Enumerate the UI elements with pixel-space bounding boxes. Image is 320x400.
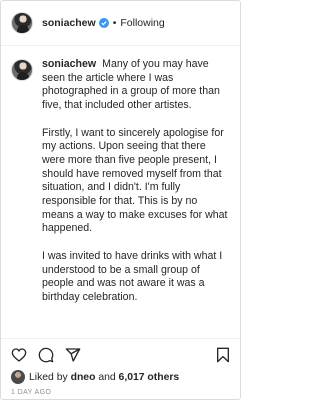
caption-body: soniachew Many of you may have seen the … bbox=[42, 58, 230, 333]
following-button[interactable]: Following bbox=[120, 17, 164, 29]
action-icon-row bbox=[11, 345, 230, 365]
caption-avatar[interactable] bbox=[11, 59, 33, 81]
caption-paragraph-3: I was invited to have drinks with what I… bbox=[42, 249, 223, 303]
verified-badge-icon bbox=[98, 18, 109, 28]
likes-count-link[interactable]: 6,017 others bbox=[119, 372, 180, 383]
post-timestamp[interactable]: 1 DAY AGO bbox=[11, 389, 230, 396]
comment-icon[interactable] bbox=[38, 347, 54, 363]
username-link[interactable]: soniachew bbox=[42, 17, 96, 29]
likes-summary: Liked by dneo and 6,017 others bbox=[11, 370, 230, 384]
liker-avatar[interactable] bbox=[11, 370, 25, 384]
caption-username-link[interactable]: soniachew bbox=[42, 58, 96, 70]
separator-dot: • bbox=[112, 17, 117, 29]
avatar[interactable] bbox=[11, 12, 33, 34]
post-panel: soniachew • Following soniachew Many of … bbox=[0, 0, 241, 400]
post-actions: Liked by dneo and 6,017 others 1 DAY AGO bbox=[1, 338, 240, 396]
heart-icon[interactable] bbox=[11, 347, 27, 363]
header-info: soniachew • Following bbox=[42, 17, 165, 29]
caption: soniachew Many of you may have seen the … bbox=[1, 46, 240, 333]
post-header: soniachew • Following bbox=[1, 1, 240, 46]
likes-joiner: and bbox=[98, 371, 116, 383]
likes-prefix: Liked by bbox=[29, 371, 68, 383]
caption-paragraph-2: Firstly, I want to sincerely apologise f… bbox=[42, 126, 228, 235]
bookmark-icon[interactable] bbox=[216, 347, 230, 363]
caption-paragraph-1: soniachew Many of you may have seen the … bbox=[42, 58, 230, 113]
liker-username-link[interactable]: dneo bbox=[71, 372, 96, 383]
share-icon[interactable] bbox=[65, 347, 81, 363]
